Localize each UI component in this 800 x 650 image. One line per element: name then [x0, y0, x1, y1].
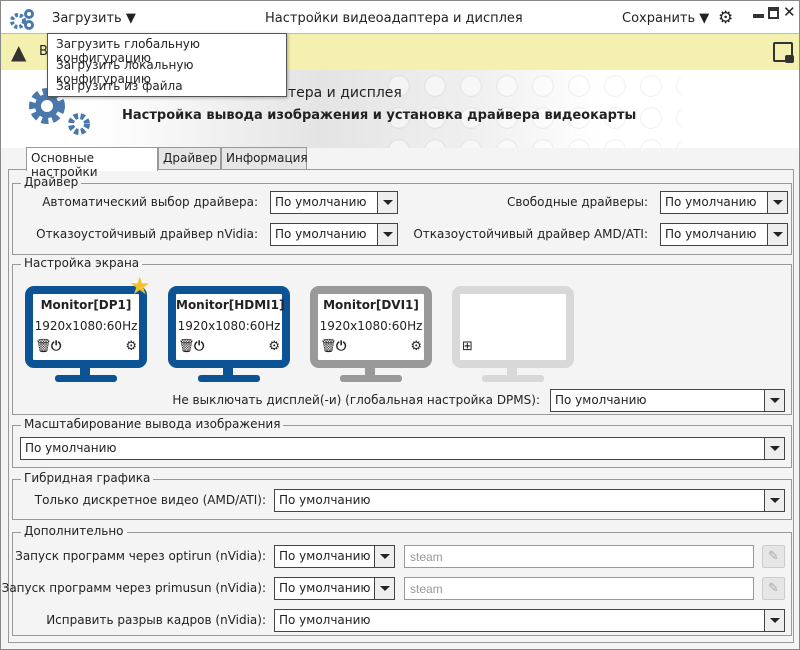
monitor-hdmi1[interactable]: Monitor[HDMI1] 1920x1080:60Hz 🗑 ⏻ ⚙ — [168, 286, 290, 382]
warning-icon: ▲ — [11, 40, 27, 64]
power-icon[interactable]: ⏻ — [194, 339, 204, 354]
combo-value: По умолчанию — [279, 549, 371, 563]
chevron-down-icon — [764, 438, 784, 459]
scaling-legend: Масштабирование вывода изображения — [21, 417, 284, 431]
monitor-name: Monitor[HDMI1] — [176, 298, 285, 312]
chevron-down-icon — [377, 192, 397, 213]
optirun-label: Запуск программ через optirun (nVidia): — [15, 549, 266, 563]
optirun-input[interactable] — [404, 545, 754, 568]
header-title: тера и дисплея — [288, 85, 402, 101]
primusun-combo[interactable]: По умолчанию — [274, 577, 395, 600]
hybrid-legend: Гибридная графика — [21, 471, 154, 485]
edit-icon: ✎ — [768, 549, 779, 564]
combo-value: По умолчанию — [279, 581, 371, 595]
primusun-input[interactable] — [404, 577, 754, 600]
edit-icon: ✎ — [768, 581, 779, 596]
free-drivers-label: Свободные драйверы: — [506, 195, 648, 209]
chevron-down-icon — [764, 610, 784, 631]
load-menu: Загрузить глобальную конфигурацию Загруз… — [47, 33, 287, 97]
tab-main-settings[interactable]: Основные настройки — [26, 147, 158, 179]
auto-driver-combo[interactable]: По умолчанию — [270, 191, 398, 214]
scaling-combo[interactable]: По умолчанию — [20, 437, 785, 460]
save-button[interactable]: Сохранить ▼ — [622, 11, 709, 26]
combo-value: По умолчанию — [275, 195, 367, 209]
star-icon: ★ — [129, 272, 151, 300]
minimize-button[interactable] — [753, 14, 764, 18]
tearing-label: Исправить разрыв кадров (nVidia): — [46, 613, 266, 627]
amd-failsafe-label: Отказоустойчивый драйвер AMD/ATI: — [413, 227, 648, 241]
tab-driver[interactable]: Драйвер — [158, 147, 221, 170]
nvidia-failsafe-combo[interactable]: По умолчанию — [270, 223, 398, 246]
combo-value: По умолчанию — [25, 441, 117, 455]
chevron-down-icon — [767, 224, 787, 245]
chevron-down-icon — [764, 490, 784, 511]
maximize-button[interactable] — [768, 7, 779, 19]
title-bar: Загрузить ▼ Настройки видеоадаптера и ди… — [1, 1, 799, 34]
load-label: Загрузить — [52, 11, 122, 26]
chevron-down-icon: ▼ — [125, 11, 136, 26]
chevron-down-icon — [377, 224, 397, 245]
optirun-edit-button[interactable]: ✎ — [762, 545, 785, 568]
power-icon[interactable]: ⏻ — [336, 339, 346, 354]
combo-value: По умолчанию — [279, 613, 371, 627]
app-gears-icon — [10, 9, 34, 30]
save-lock-icon[interactable] — [773, 42, 794, 63]
combo-value: По умолчанию — [279, 493, 371, 507]
gear-icon[interactable]: ⚙ — [718, 8, 733, 28]
menu-item-load-local[interactable]: Загрузить локальную конфигурацию — [48, 55, 286, 86]
monitor-dp1[interactable]: Monitor[DP1] 1920x1080:60Hz 🗑 ⏻ ⚙ ★ — [25, 272, 151, 382]
menu-item-load-global[interactable]: Загрузить глобальную конфигурацию — [48, 34, 286, 65]
plus-box-icon[interactable]: ⊞ — [462, 339, 473, 354]
tearing-combo[interactable]: По умолчанию — [274, 609, 785, 632]
tab-info[interactable]: Информация — [221, 147, 308, 170]
extra-legend: Дополнительно — [21, 524, 127, 538]
trash-icon[interactable]: 🗑 — [178, 339, 195, 354]
window-title: Настройки видеоадаптера и дисплея — [265, 11, 523, 26]
chevron-down-icon — [374, 546, 394, 567]
primusun-label: Запуск программ через primusun (nVidia): — [1, 581, 266, 595]
monitor-resolution: 1920x1080:60Hz — [319, 319, 423, 333]
chevron-down-icon — [767, 192, 787, 213]
gear-icon[interactable]: ⚙ — [410, 339, 422, 354]
combo-value: По умолчанию — [275, 227, 367, 241]
monitor-dvi1[interactable]: Monitor[DVI1] 1920x1080:60Hz 🗑 ⏻ ⚙ — [310, 286, 432, 382]
auto-driver-label: Автоматический выбор драйвера: — [42, 195, 258, 209]
discrete-video-combo[interactable]: По умолчанию — [274, 489, 785, 512]
amd-failsafe-combo[interactable]: По умолчанию — [660, 223, 788, 246]
gear-icon[interactable]: ⚙ — [125, 339, 137, 354]
save-label: Сохранить — [622, 11, 696, 26]
header-subtitle: Настройка вывода изображения и установка… — [122, 108, 637, 123]
trash-icon[interactable]: 🗑 — [320, 339, 337, 354]
screen-legend: Настройка экрана — [21, 256, 143, 270]
free-drivers-combo[interactable]: По умолчанию — [660, 191, 788, 214]
dpms-combo[interactable]: По умолчанию — [550, 389, 785, 412]
nvidia-failsafe-label: Отказоустойчивый драйвер nVidia: — [36, 227, 258, 241]
monitor-name: Monitor[DVI1] — [323, 298, 419, 312]
dpms-label: Не выключать дисплей(-и) (глобальная нас… — [172, 393, 540, 407]
load-button[interactable]: Загрузить ▼ — [52, 11, 136, 26]
monitor-resolution: 1920x1080:60Hz — [177, 319, 281, 333]
combo-value: По умолчанию — [665, 227, 757, 241]
gear-icon[interactable]: ⚙ — [268, 339, 280, 354]
chevron-down-icon — [764, 390, 784, 411]
add-monitor[interactable]: ⊞ — [452, 286, 574, 382]
trash-icon[interactable]: 🗑 — [35, 339, 52, 354]
menu-item-load-file[interactable]: Загрузить из файла — [48, 76, 286, 97]
chevron-down-icon — [374, 578, 394, 599]
monitor-name: Monitor[DP1] — [40, 298, 132, 312]
combo-value: По умолчанию — [555, 393, 647, 407]
combo-value: По умолчанию — [665, 195, 757, 209]
discrete-video-label: Только дискретное видео (AMD/ATI): — [34, 493, 266, 507]
optirun-combo[interactable]: По умолчанию — [274, 545, 395, 568]
monitor-resolution: 1920x1080:60Hz — [34, 319, 138, 333]
close-button[interactable]: ✕ — [783, 3, 796, 21]
primusun-edit-button[interactable]: ✎ — [762, 577, 785, 600]
power-icon[interactable]: ⏻ — [51, 339, 61, 354]
chevron-down-icon: ▼ — [699, 11, 710, 26]
